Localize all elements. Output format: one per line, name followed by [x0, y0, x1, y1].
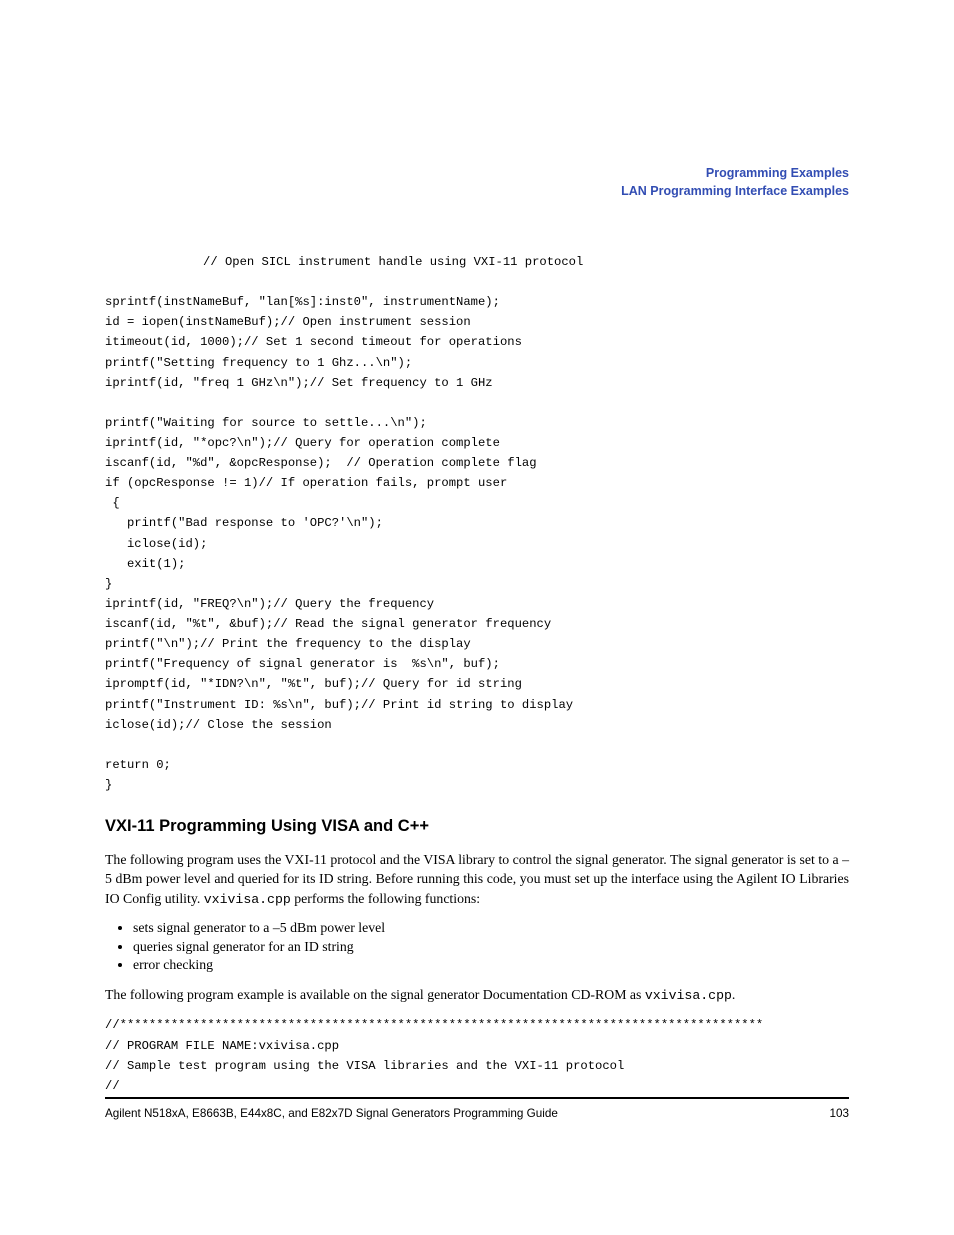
code2-line: // Sample test program using the VISA li…: [105, 1056, 849, 1076]
bullet-item: queries signal generator for an ID strin…: [133, 938, 849, 957]
code-line: printf("Bad response to 'OPC?'\n");: [105, 513, 849, 533]
code-line: printf("Instrument ID: %s\n", buf);// Pr…: [105, 695, 849, 715]
para1-mono: vxivisa.cpp: [204, 892, 291, 907]
paragraph-1: The following program uses the VXI-11 pr…: [105, 850, 849, 909]
code-line: printf("Setting frequency to 1 Ghz...\n"…: [105, 353, 849, 373]
code-line: printf("\n");// Print the frequency to t…: [105, 634, 849, 654]
code-line: iprintf(id, "*opc?\n");// Query for oper…: [105, 433, 849, 453]
code-blank: [105, 735, 849, 755]
code-line: printf("Waiting for source to settle...\…: [105, 413, 849, 433]
code-line: iscanf(id, "%d", &opcResponse); // Opera…: [105, 453, 849, 473]
footer-left: Agilent N518xA, E8663B, E44x8C, and E82x…: [105, 1107, 558, 1120]
paragraph-2: The following program example is availab…: [105, 985, 849, 1005]
code-comment-open: // Open SICL instrument handle using VXI…: [105, 252, 849, 272]
code-line: exit(1);: [105, 554, 849, 574]
code-line: }: [105, 574, 849, 594]
code-line: iclose(id);// Close the session: [105, 715, 849, 735]
code-line: iprintf(id, "freq 1 GHz\n");// Set frequ…: [105, 373, 849, 393]
para1-post: performs the following functions:: [291, 891, 480, 906]
para2-post: .: [732, 987, 735, 1002]
code-blank: [105, 393, 849, 413]
code-line: ipromptf(id, "*IDN?\n", "%t", buf);// Qu…: [105, 674, 849, 694]
para2-pre: The following program example is availab…: [105, 987, 645, 1002]
para2-mono: vxivisa.cpp: [645, 988, 732, 1003]
section-heading: VXI-11 Programming Using VISA and C++: [105, 817, 849, 836]
code-blank: [105, 272, 849, 292]
code-line: id = iopen(instNameBuf);// Open instrume…: [105, 312, 849, 332]
page-footer: Agilent N518xA, E8663B, E44x8C, and E82x…: [105, 1097, 849, 1120]
code-line: iclose(id);: [105, 534, 849, 554]
code-line: }: [105, 775, 849, 795]
code2-line: //: [105, 1076, 849, 1096]
code-line: if (opcResponse != 1)// If operation fai…: [105, 473, 849, 493]
footer-page-number: 103: [829, 1107, 849, 1120]
code-line: {: [105, 493, 849, 513]
code-line: iprintf(id, "FREQ?\n");// Query the freq…: [105, 594, 849, 614]
code-line: return 0;: [105, 755, 849, 775]
bullet-item: sets signal generator to a –5 dBm power …: [133, 919, 849, 938]
header-line-1: Programming Examples: [105, 165, 849, 183]
bullet-list: sets signal generator to a –5 dBm power …: [133, 919, 849, 975]
code-line: sprintf(instNameBuf, "lan[%s]:inst0", in…: [105, 292, 849, 312]
code-line: printf("Frequency of signal generator is…: [105, 654, 849, 674]
code2-line: //**************************************…: [105, 1015, 849, 1035]
code-line: itimeout(id, 1000);// Set 1 second timeo…: [105, 332, 849, 352]
header-line-2: LAN Programming Interface Examples: [105, 183, 849, 201]
page-content: Programming Examples LAN Programming Int…: [0, 0, 954, 1096]
running-header: Programming Examples LAN Programming Int…: [105, 165, 849, 200]
code-line: iscanf(id, "%t", &buf);// Read the signa…: [105, 614, 849, 634]
bullet-item: error checking: [133, 956, 849, 975]
code2-line: // PROGRAM FILE NAME:vxivisa.cpp: [105, 1036, 849, 1056]
